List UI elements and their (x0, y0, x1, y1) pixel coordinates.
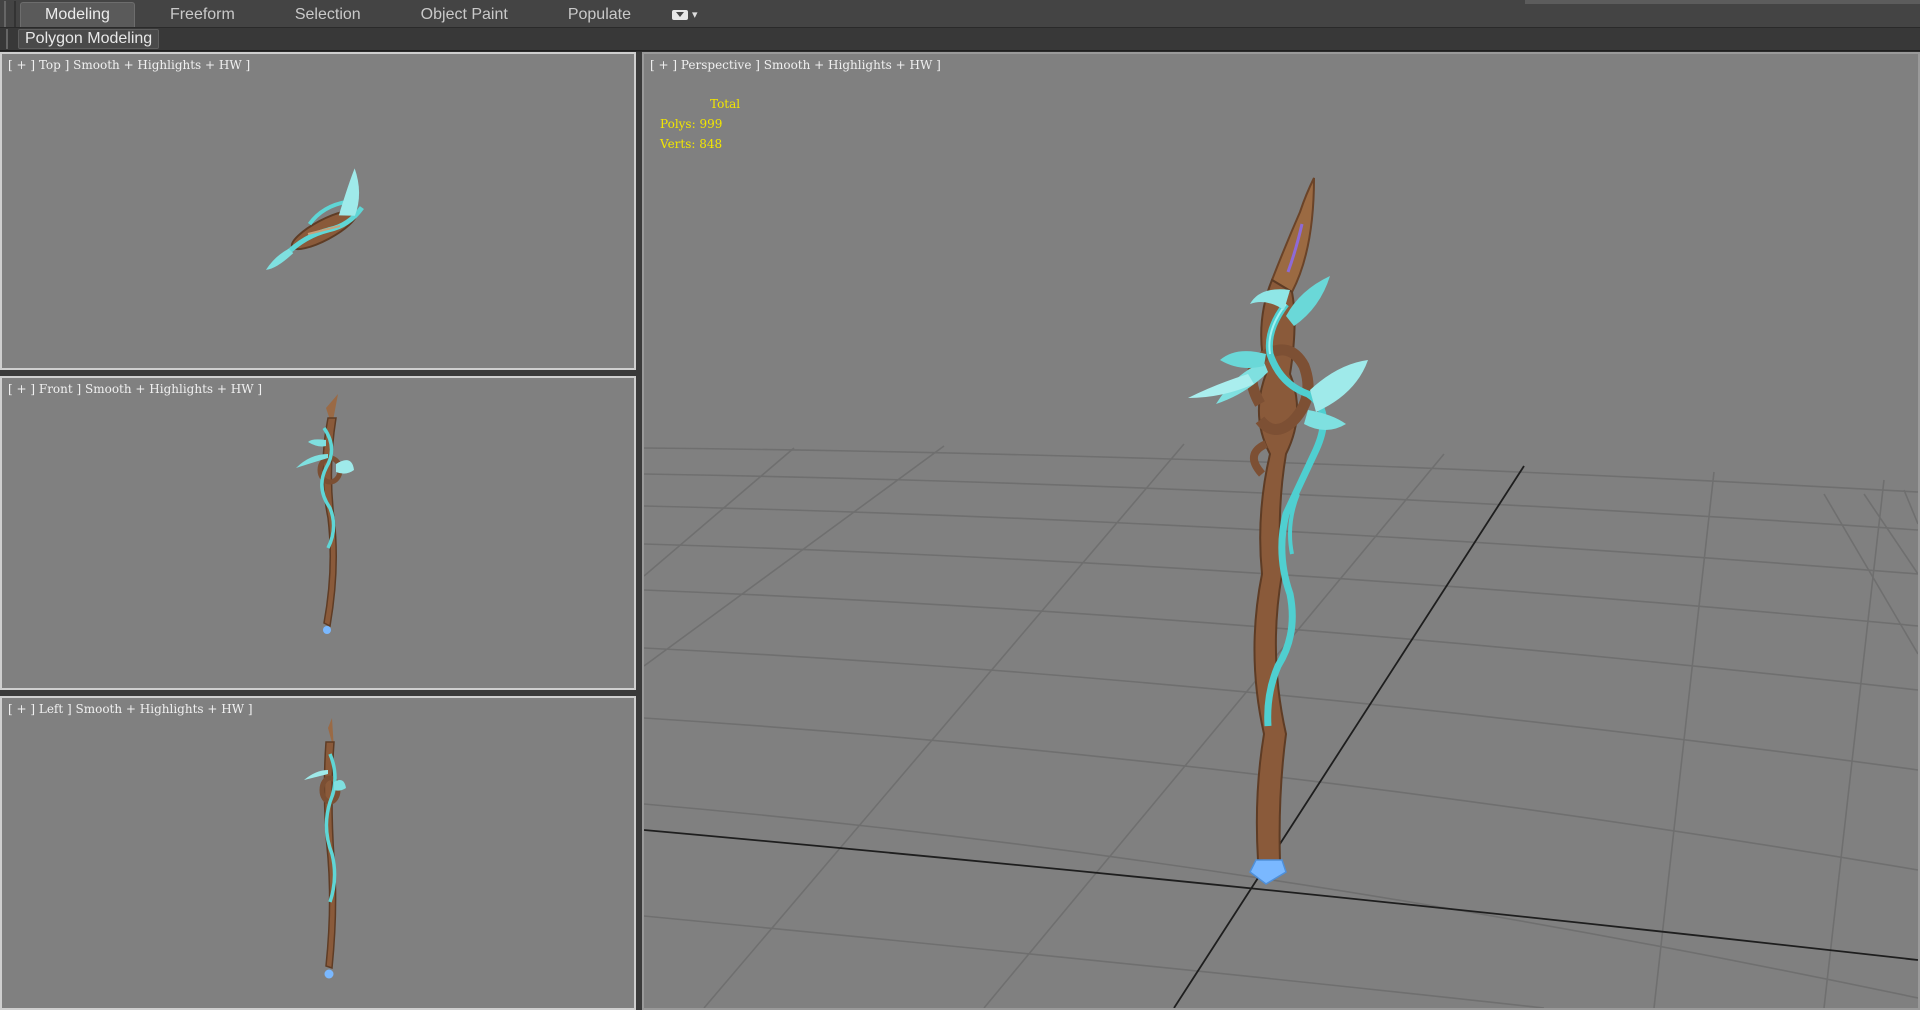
viewport-front[interactable]: [ + ] Front ] Smooth + Highlights + HW ] (0, 376, 636, 690)
viewport-statistics: Total Polys: 999 Verts: 848 (660, 94, 740, 154)
stats-total-label: Total (710, 97, 741, 111)
viewport-top[interactable]: [ + ] Top ] Smooth + Highlights + HW ] (0, 52, 636, 370)
ribbon-options-button[interactable]: ▾ (666, 2, 704, 27)
stats-polys: Polys: 999 (660, 117, 723, 131)
viewport-top-label[interactable]: [ + ] Top ] Smooth + Highlights + HW ] (8, 58, 250, 72)
staff-model-top-view (265, 168, 364, 270)
perspective-scene (644, 177, 1918, 1008)
app-window: Modeling Freeform Selection Object Paint… (0, 0, 1920, 1010)
ribbon-panel-bar: Polygon Modeling (0, 28, 1920, 51)
tab-modeling[interactable]: Modeling (20, 2, 135, 27)
polygon-modeling-button[interactable]: Polygon Modeling (18, 29, 160, 49)
ribbon-tab-bar: Modeling Freeform Selection Object Paint… (0, 0, 1920, 28)
tab-selection[interactable]: Selection (270, 2, 386, 27)
tab-freeform[interactable]: Freeform (145, 2, 260, 27)
tab-object-paint[interactable]: Object Paint (396, 2, 533, 27)
panel-grip-handle[interactable] (6, 29, 14, 49)
ribbon-grip-handle[interactable] (4, 1, 16, 27)
staff-model-left-view (304, 718, 346, 979)
viewport-perspective-label[interactable]: [ + ] Perspective ] Smooth + Highlights … (650, 58, 941, 72)
viewport-left-label[interactable]: [ + ] Left ] Smooth + Highlights + HW ] (8, 702, 253, 716)
staff-model-front-view (296, 394, 354, 634)
staff-model-perspective (1188, 177, 1368, 885)
viewport-front-label[interactable]: [ + ] Front ] Smooth + Highlights + HW ] (8, 382, 262, 396)
stats-verts: Verts: 848 (660, 137, 723, 151)
viewport-left[interactable]: [ + ] Left ] Smooth + Highlights + HW ] (0, 696, 636, 1010)
ribbon-options-icon (672, 9, 688, 20)
dropdown-arrow-icon: ▾ (692, 9, 698, 21)
viewport-perspective[interactable]: [ + ] Perspective ] Smooth + Highlights … (642, 52, 1920, 1010)
ribbon-top-strip (1525, 0, 1920, 4)
tab-populate[interactable]: Populate (543, 2, 656, 27)
